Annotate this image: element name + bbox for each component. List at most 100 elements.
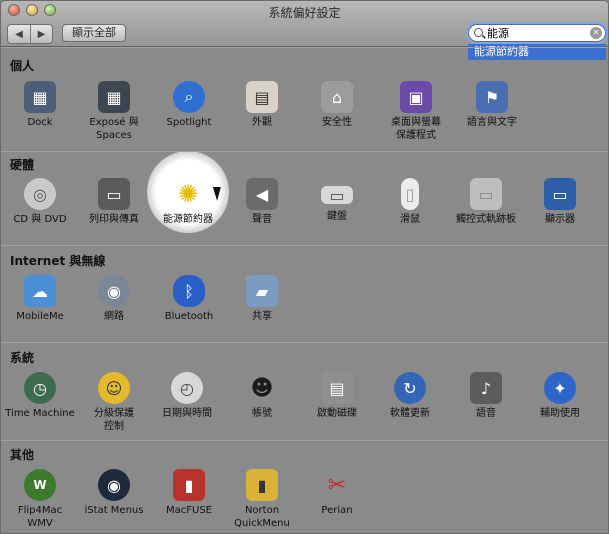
section-hardware: 硬體 ◎ CD 與 DVD ▭ 列印與傳真 ✺ 能源節約器 ◀ 聲音 ▭ 鍵盤 … (1, 151, 608, 245)
window-title: 系統偏好設定 (268, 6, 341, 20)
pref-mouse[interactable]: ▯ 滑鼠 (374, 178, 446, 226)
search-icon (474, 28, 483, 37)
pref-flip4mac[interactable]: W Flip4Mac WMV (4, 469, 76, 530)
pref-date-time[interactable]: ◴ 日期與時間 (151, 372, 223, 420)
desktop-icon: ▣ (400, 81, 432, 113)
pref-appearance[interactable]: ▤ 外觀 (226, 81, 298, 129)
pref-startup-disk[interactable]: ▤ 啟動磁碟 (301, 372, 373, 420)
pref-label: CD 與 DVD (13, 214, 67, 225)
pref-universal-access[interactable]: ✦ 輔助使用 (524, 372, 596, 420)
show-all-button[interactable]: 顯示全部 (62, 24, 126, 42)
pref-label: 共享 (252, 311, 272, 322)
mouse-pointer-icon (211, 187, 221, 203)
pref-time-machine[interactable]: ◷ Time Machine (4, 372, 76, 420)
accounts-icon: ☻ (250, 375, 274, 401)
pref-speech[interactable]: ♪ 語音 (450, 372, 522, 420)
pref-displays[interactable]: ▭ 顯示器 (524, 178, 596, 226)
pref-spotlight[interactable]: ⌕ Spotlight (153, 81, 225, 129)
universal-access-icon: ✦ (544, 372, 576, 404)
pref-trackpad[interactable]: ▭ 觸控式軌跡板 (450, 178, 522, 226)
pref-label: Perian (321, 505, 353, 516)
pref-macfuse[interactable]: ▮ MacFUSE (153, 469, 225, 517)
printer-icon: ▭ (98, 178, 130, 210)
pref-label: 語音 (476, 408, 496, 419)
language-flag-icon: ⚑ (476, 81, 508, 113)
pref-label: MacFUSE (166, 505, 212, 516)
title-bar: 系統偏好設定 ◀ ▶ 顯示全部 ✕ (1, 1, 608, 47)
perian-knife-icon: ✂ (327, 472, 347, 498)
bluetooth-icon: ᛒ (173, 275, 205, 307)
security-icon: ⌂ (321, 81, 353, 113)
pref-label: iStat Menus (84, 505, 144, 516)
forward-button[interactable]: ▶ (30, 25, 52, 43)
search-input[interactable] (487, 26, 585, 40)
microphone-icon: ♪ (470, 372, 502, 404)
pref-parental-controls[interactable]: ☺ 分級保護 控制 (78, 372, 150, 433)
pref-perian[interactable]: ✂ Perian (301, 469, 373, 517)
pref-label: 網路 (104, 311, 124, 322)
pref-label: Dock (27, 117, 53, 128)
keyboard-icon: ▭ (321, 186, 353, 205)
display-icon: ▭ (544, 178, 576, 210)
pref-label: 能源節約器 (163, 214, 213, 225)
pref-sharing[interactable]: ▰ 共享 (226, 275, 298, 323)
clock-icon: ◴ (171, 372, 203, 404)
macfuse-icon: ▮ (173, 469, 205, 501)
pref-label: 分級保護 控制 (94, 408, 134, 432)
pref-mobileme[interactable]: ☁ MobileMe (4, 275, 76, 323)
pref-label: 軟體更新 (390, 408, 430, 419)
pref-desktop-screensaver[interactable]: ▣ 桌面與螢幕 保護程式 (380, 81, 452, 142)
section-system: 系統 ◷ Time Machine ☺ 分級保護 控制 ◴ 日期與時間 ☻ 帳號… (1, 342, 608, 440)
forward-arrow-icon: ▶ (37, 28, 46, 40)
globe-icon: ◉ (98, 275, 130, 307)
back-button[interactable]: ◀ (8, 25, 30, 43)
pref-security[interactable]: ⌂ 安全性 (301, 81, 373, 129)
spotlight-icon: ⌕ (173, 81, 205, 113)
pref-label: 列印與傳真 (89, 214, 139, 225)
pref-language-text[interactable]: ⚑ 語言與文字 (456, 81, 528, 129)
pref-istat-menus[interactable]: ◉ iStat Menus (78, 469, 150, 517)
pref-dock[interactable]: ▦ Dock (4, 81, 76, 129)
mouse-icon: ▯ (401, 178, 419, 210)
pref-label: Spotlight (166, 117, 212, 128)
cd-icon: ◎ (24, 178, 56, 210)
pref-software-update[interactable]: ↻ 軟體更新 (374, 372, 446, 420)
pref-label: 語言與文字 (467, 117, 517, 128)
section-title: 個人 (10, 59, 35, 73)
search-field[interactable]: ✕ (468, 24, 606, 42)
pref-label: 觸控式軌跡板 (456, 214, 516, 225)
pref-norton-quickmenu[interactable]: ▮ Norton QuickMenu (226, 469, 298, 530)
pref-label: 帳號 (252, 408, 272, 419)
section-title: 硬體 (10, 158, 35, 172)
pref-label: Time Machine (5, 408, 75, 419)
pref-bluetooth[interactable]: ᛒ Bluetooth (153, 275, 225, 323)
pref-network[interactable]: ◉ 網路 (78, 275, 150, 323)
pref-print-fax[interactable]: ▭ 列印與傳真 (78, 178, 150, 226)
flip4mac-icon: W (24, 469, 56, 501)
clear-search-icon[interactable]: ✕ (590, 27, 602, 39)
pref-label: 外觀 (252, 117, 272, 128)
folder-sharing-icon: ▰ (246, 275, 278, 307)
section-other: 其他 W Flip4Mac WMV ◉ iStat Menus ▮ MacFUS… (1, 440, 608, 533)
appearance-icon: ▤ (246, 81, 278, 113)
pref-label: 聲音 (252, 214, 272, 225)
pref-label: Flip4Mac WMV (17, 505, 63, 529)
pref-label: 輔助使用 (540, 408, 580, 419)
section-title: 其他 (10, 448, 35, 462)
section-title: Internet 與無線 (10, 254, 106, 268)
pref-sound[interactable]: ◀ 聲音 (226, 178, 298, 226)
section-internet-wireless: Internet 與無線 ☁ MobileMe ◉ 網路 ᛒ Bluetooth… (1, 245, 608, 342)
pref-accounts[interactable]: ☻ 帳號 (226, 372, 298, 420)
pref-label: 安全性 (322, 117, 352, 128)
pref-label: Norton QuickMenu (234, 505, 290, 529)
lightbulb-icon: ✺ (177, 180, 199, 208)
expose-icon: ▦ (98, 81, 130, 113)
dock-icon: ▦ (24, 81, 56, 113)
istat-menus-icon: ◉ (98, 469, 130, 501)
pref-expose-spaces[interactable]: ▦ Exposé 與 Spaces (78, 81, 150, 142)
pref-label: 顯示器 (545, 214, 575, 225)
pref-keyboard[interactable]: ▭ 鍵盤 (301, 178, 373, 223)
pref-cd-dvd[interactable]: ◎ CD 與 DVD (4, 178, 76, 226)
section-title: 系統 (10, 351, 35, 365)
pref-label: 桌面與螢幕 保護程式 (391, 117, 441, 141)
